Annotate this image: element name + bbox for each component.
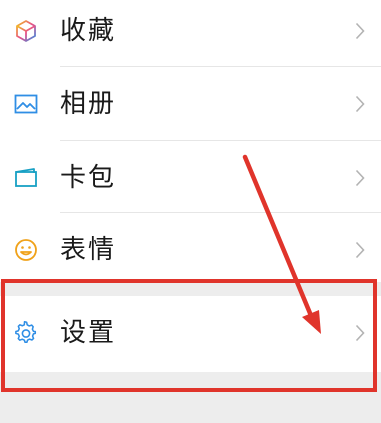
favorites-cube-icon bbox=[12, 17, 40, 45]
chevron-right-icon bbox=[353, 93, 367, 115]
chevron-right-icon bbox=[353, 20, 367, 42]
album-picture-icon bbox=[12, 90, 40, 118]
menu-item-card-wallet[interactable]: 卡包 bbox=[0, 141, 381, 215]
chevron-right-icon bbox=[353, 239, 367, 261]
chevron-right-icon bbox=[353, 322, 367, 344]
me-page: 收藏 相册 卡包 表情 设置 bbox=[0, 0, 381, 423]
chevron-right-icon bbox=[353, 167, 367, 189]
menu-group-settings: 设置 bbox=[0, 296, 381, 372]
card-wallet-icon bbox=[12, 164, 40, 192]
menu-group-main: 收藏 相册 卡包 表情 bbox=[0, 0, 381, 282]
emoji-smile-icon bbox=[12, 236, 40, 264]
menu-item-label: 收藏 bbox=[60, 16, 117, 46]
menu-item-label: 卡包 bbox=[60, 163, 117, 193]
menu-item-favorites[interactable]: 收藏 bbox=[0, 0, 381, 68]
settings-gear-icon bbox=[12, 319, 40, 347]
menu-item-label: 设置 bbox=[60, 318, 117, 348]
menu-item-settings[interactable]: 设置 bbox=[0, 296, 381, 370]
menu-item-label: 相册 bbox=[60, 89, 117, 119]
menu-item-label: 表情 bbox=[60, 235, 117, 265]
menu-item-album[interactable]: 相册 bbox=[0, 67, 381, 141]
menu-item-emoji[interactable]: 表情 bbox=[0, 213, 381, 287]
